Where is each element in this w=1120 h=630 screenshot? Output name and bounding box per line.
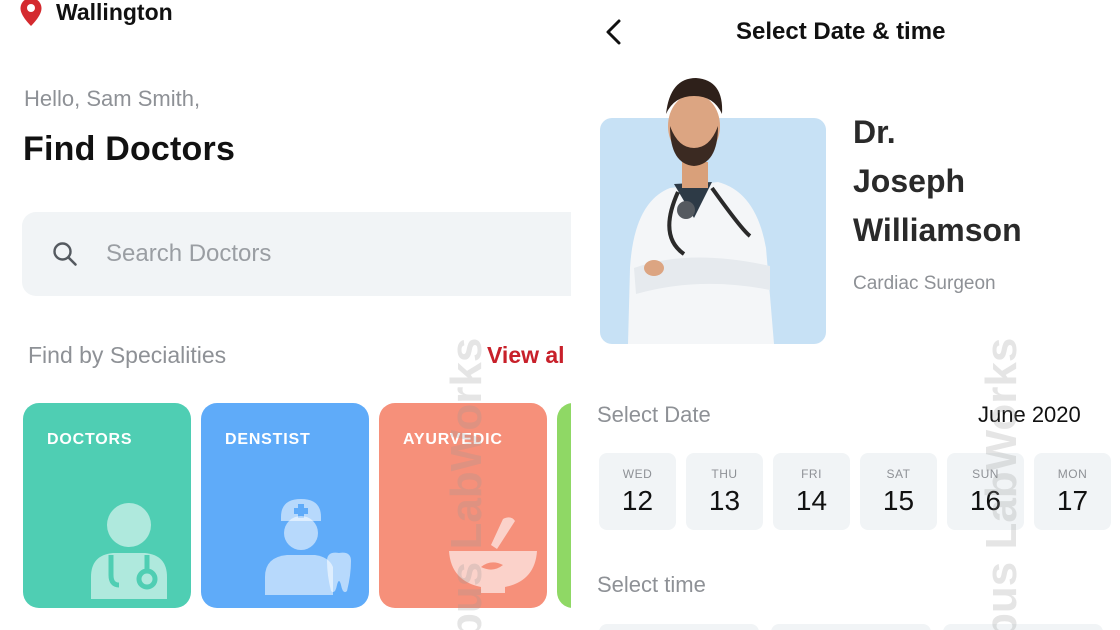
doctor-portrait-icon bbox=[628, 78, 774, 344]
greeting-text: Hello, Sam Smith, bbox=[24, 86, 201, 111]
find-doctors-screen: Wallington Hello, Sam Smith, Find Doctor… bbox=[0, 0, 571, 630]
time-slot[interactable] bbox=[771, 624, 931, 630]
doctor-name: Dr. Joseph Williamson bbox=[853, 108, 1022, 255]
speciality-card-ayurvedic[interactable]: AYURVEDIC bbox=[379, 403, 547, 608]
date-option[interactable]: SUN 16 bbox=[947, 453, 1024, 530]
day-number: 16 bbox=[969, 484, 1002, 516]
mortar-pestle-icon bbox=[449, 517, 537, 593]
speciality-card-partial[interactable] bbox=[557, 403, 571, 608]
doctor-name-line: Joseph bbox=[853, 163, 966, 199]
location-selector[interactable]: Wallington bbox=[20, 0, 173, 26]
date-option[interactable]: THU 13 bbox=[686, 453, 763, 530]
search-icon bbox=[53, 242, 77, 266]
map-pin-icon bbox=[20, 0, 42, 26]
date-option[interactable]: WED 12 bbox=[599, 453, 676, 530]
day-name: SAT bbox=[886, 466, 911, 481]
date-option[interactable]: FRI 14 bbox=[773, 453, 850, 530]
date-option[interactable]: SAT 15 bbox=[860, 453, 937, 530]
date-picker: WED 12 THU 13 FRI 14 SAT 15 SUN 16 MON 1… bbox=[599, 453, 1111, 530]
select-date-time-screen: Select Date & time Dr. Joseph Williamson bbox=[571, 0, 1120, 630]
day-name: SUN bbox=[972, 466, 999, 481]
speciality-card-dentist[interactable]: DENSTIST bbox=[201, 403, 369, 608]
speciality-card-label: AYURVEDIC bbox=[403, 431, 503, 448]
search-bar[interactable] bbox=[22, 212, 571, 296]
day-name: FRI bbox=[801, 466, 822, 481]
specialities-label: Find by Specialities bbox=[28, 342, 227, 368]
day-number: 14 bbox=[795, 484, 828, 516]
doctor-icon bbox=[91, 503, 167, 599]
day-number: 12 bbox=[621, 484, 654, 516]
time-slot[interactable] bbox=[599, 624, 759, 630]
doctor-specialty: Cardiac Surgeon bbox=[853, 273, 996, 294]
day-name: WED bbox=[622, 466, 653, 481]
search-input[interactable] bbox=[106, 240, 506, 268]
page-title: Find Doctors bbox=[23, 130, 236, 168]
doctor-name-line: Dr. bbox=[853, 114, 896, 150]
select-date-label: Select Date bbox=[597, 402, 711, 427]
dentist-icon bbox=[265, 499, 351, 595]
doctor-photo bbox=[600, 78, 826, 344]
view-all-link[interactable]: View al bbox=[487, 342, 565, 369]
day-number: 15 bbox=[882, 484, 915, 516]
speciality-card-doctors[interactable]: DOCTORS bbox=[23, 403, 191, 608]
date-option[interactable]: MON 17 bbox=[1034, 453, 1111, 530]
day-number: 17 bbox=[1056, 484, 1089, 516]
day-name: THU bbox=[711, 466, 738, 481]
chevron-left-icon[interactable] bbox=[599, 16, 629, 48]
doctor-name-line: Williamson bbox=[853, 212, 1022, 248]
time-slot[interactable] bbox=[943, 624, 1103, 630]
speciality-card-label: DENSTIST bbox=[225, 431, 311, 448]
day-name: MON bbox=[1057, 466, 1088, 481]
day-number: 13 bbox=[708, 484, 741, 516]
location-label: Wallington bbox=[56, 0, 173, 25]
speciality-card-label: DOCTORS bbox=[47, 431, 133, 448]
select-time-label: Select time bbox=[597, 572, 706, 597]
screen-title: Select Date & time bbox=[736, 18, 946, 45]
month-selector[interactable]: June 2020 bbox=[978, 402, 1081, 428]
